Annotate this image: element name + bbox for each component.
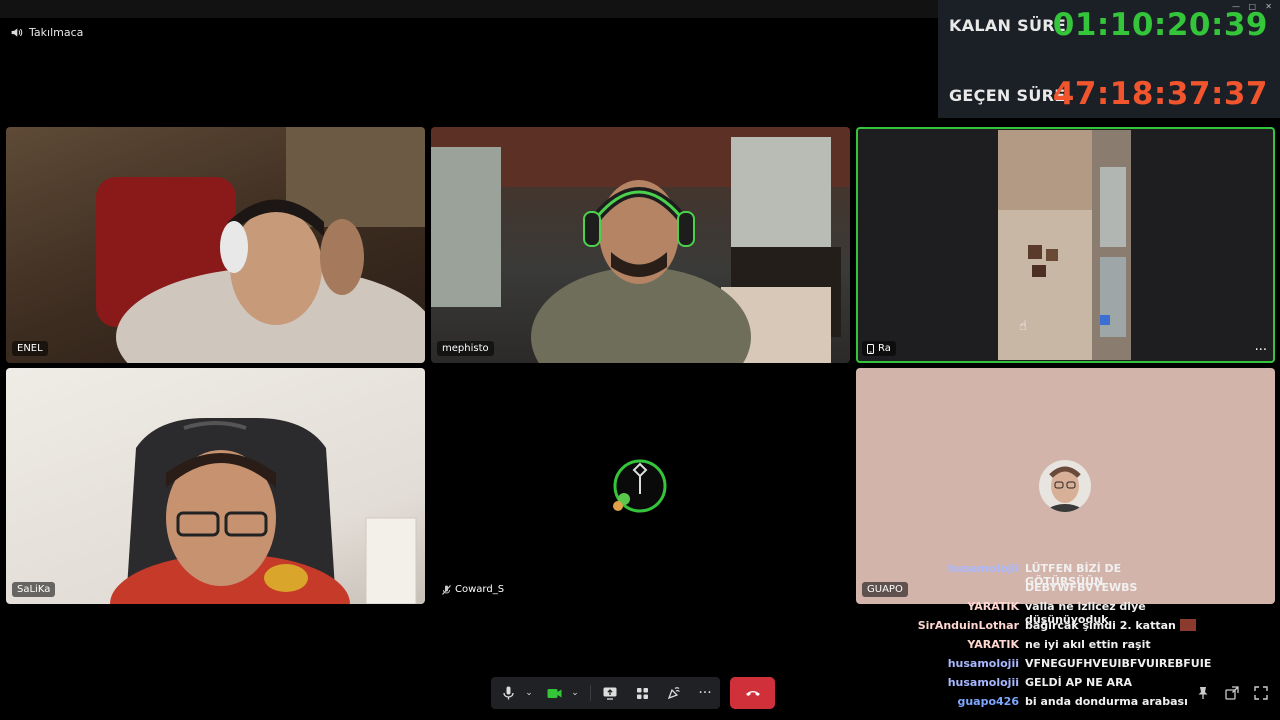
chat-text: ne iyi akıl ettin raşit (1025, 638, 1151, 651)
participant-name-coward-s: Coward_S (437, 582, 509, 597)
elapsed-time-row: GEÇEN SÜRE 47:18:37:37 (938, 68, 1280, 118)
pop-out-button[interactable] (1223, 684, 1241, 702)
speaker-icon (11, 27, 23, 37)
chevron-down-icon: ⌄ (571, 688, 579, 698)
chat-message: SirAnduinLothar bağırcak şimdi 2. kattan (880, 619, 1200, 632)
remaining-time-row: KALAN SÜRE 01:10:20:39 (938, 0, 1280, 50)
chat-message: YARATIK ne iyi akıl ettin raşit (880, 638, 1200, 651)
camera-icon (547, 688, 561, 698)
video-tile-enel[interactable]: ENEL (6, 127, 425, 363)
video-feed-salika (110, 418, 417, 604)
fullscreen-button[interactable] (1252, 684, 1270, 702)
remaining-time-label: KALAN SÜRE (949, 16, 1067, 35)
elapsed-time-label: GEÇEN SÜRE (949, 86, 1066, 105)
activities-button[interactable] (631, 677, 653, 709)
chevron-down-icon: ⌄ (525, 688, 533, 698)
divider (590, 685, 591, 701)
video-tile-salika[interactable]: SaLiKa (6, 368, 425, 604)
chat-message: guapo426 bi anda dondurma arabası (880, 695, 1200, 708)
chat-text: DEBYWFBVYEWBS (1025, 581, 1138, 594)
mic-muted-icon (442, 584, 451, 595)
participant-name-salika: SaLiKa (12, 582, 56, 597)
chat-message: husamolojii VFNEGUFHVEUIBFVUIREBFUIE (880, 657, 1212, 670)
chat-message: husamolojii GELDİ AP NE ARA (880, 676, 1200, 689)
mobile-icon (867, 343, 874, 354)
tile-more-options-icon[interactable]: ··· (1255, 344, 1267, 357)
microphone-icon (502, 686, 514, 700)
participant-name-enel: ENEL (12, 341, 48, 356)
chat-text: VFNEGUFHVEUIBFVUIREBFUIE (1025, 657, 1212, 670)
chat-text: bağırcak şimdi 2. kattan (1025, 619, 1200, 632)
call-controls-bar: ⌄ ⌄ ··· (491, 677, 720, 709)
elapsed-time-value: 47:18:37:37 (1052, 76, 1268, 112)
mute-button[interactable] (497, 677, 519, 709)
video-tile-coward-s[interactable]: Coward_S (431, 368, 850, 604)
more-options-button[interactable]: ··· (694, 677, 716, 709)
chat-username: YARATIK (967, 638, 1019, 651)
chat-text: GELDİ AP NE ARA (1025, 676, 1133, 689)
remaining-time-value: 01:10:20:39 (1052, 7, 1268, 43)
brick-emote-icon (1179, 619, 1196, 631)
activities-icon (636, 687, 648, 699)
soundboard-icon (667, 687, 680, 700)
more-options-icon: ··· (698, 685, 712, 701)
video-feed-mephisto (431, 127, 850, 363)
chat-message: DEBYWFBVYEWBS (880, 581, 1200, 594)
participant-name-ra: Ra (862, 341, 896, 356)
disconnect-button[interactable] (730, 677, 775, 709)
participant-name-mephisto: mephisto (437, 341, 494, 356)
video-settings-dropdown[interactable]: ⌄ (567, 677, 583, 709)
pin-button[interactable] (1194, 684, 1212, 702)
chat-username: husamolojii (947, 676, 1019, 689)
avatar-coward-s (613, 459, 667, 513)
chat-text: bi anda dondurma arabası (1025, 695, 1188, 708)
chat-username: SirAnduinLothar (917, 619, 1019, 632)
audio-settings-dropdown[interactable]: ⌄ (521, 677, 537, 709)
soundboard-button[interactable] (663, 677, 685, 709)
channel-header: Takılmaca (10, 24, 83, 40)
screen-share-icon (603, 687, 617, 700)
pin-icon (1198, 687, 1208, 699)
camera-button[interactable] (543, 677, 565, 709)
pop-out-icon (1225, 686, 1239, 700)
fullscreen-icon (1254, 686, 1268, 700)
video-tile-ra[interactable]: ☝ Ra ··· (856, 127, 1275, 363)
screen-share-button[interactable] (599, 677, 621, 709)
video-tile-mephisto[interactable]: mephisto (431, 127, 850, 363)
video-feed-ra (998, 130, 1131, 360)
channel-name: Takılmaca (29, 25, 84, 39)
timer-overlay: — □ ✕ KALAN SÜRE 01:10:20:39 GEÇEN SÜRE … (938, 0, 1280, 118)
video-feed-enel (96, 127, 425, 363)
chat-username (880, 581, 1025, 594)
mouse-cursor-icon: ☝ (1019, 319, 1027, 334)
chat-username: husamolojii (947, 657, 1019, 670)
hang-up-icon (745, 691, 760, 696)
chat-username: guapo426 (957, 695, 1019, 708)
